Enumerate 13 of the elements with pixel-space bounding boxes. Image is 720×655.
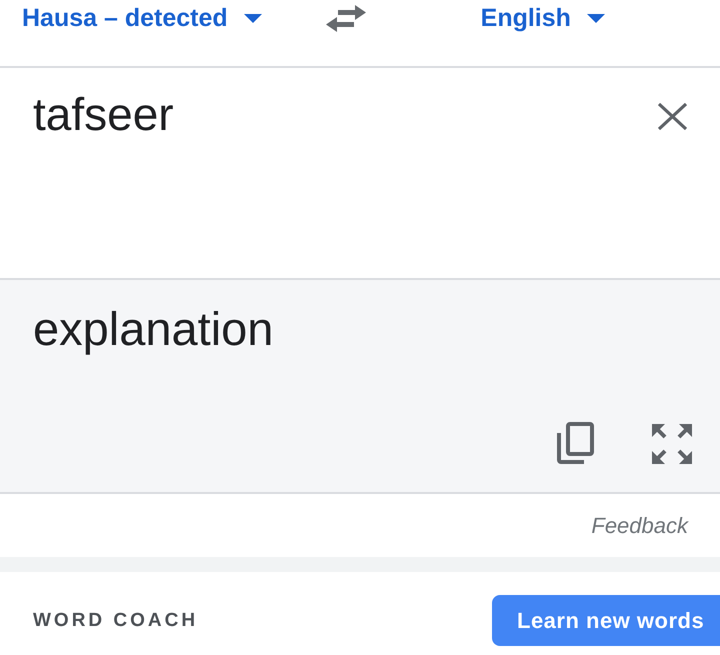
fullscreen-icon[interactable] — [652, 424, 692, 464]
translation-text: explanation — [33, 301, 274, 357]
caret-icon — [244, 14, 262, 22]
feedback-link[interactable]: Feedback — [591, 512, 688, 538]
close-icon[interactable] — [657, 103, 688, 130]
caret-icon — [586, 14, 605, 22]
section-title: WORD COACH — [33, 608, 198, 632]
source-text-field[interactable]: tafseer — [20, 78, 637, 268]
copy-icon[interactable] — [556, 422, 594, 465]
learn-new-words-button[interactable]: Learn new words — [492, 595, 720, 646]
source-language-selector[interactable]: Hausa – detected — [22, 3, 262, 33]
swap-icon[interactable] — [326, 4, 366, 33]
target-language-selector[interactable]: English — [480, 3, 605, 33]
